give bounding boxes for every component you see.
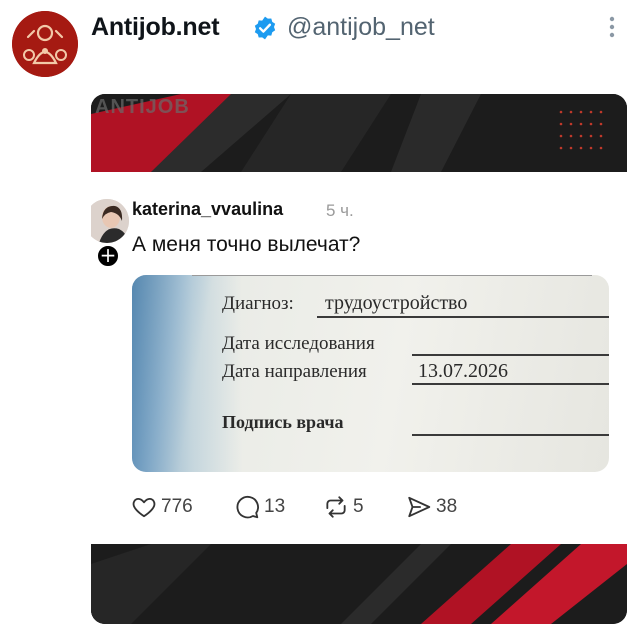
share-button[interactable]: 38 xyxy=(406,492,457,522)
bottom-banner-graphic xyxy=(91,544,627,624)
tweet-media-image[interactable]: ANTIJOB + katerina_vvaulina 5 ч. А меня … xyxy=(91,94,627,624)
send-paper-plane-icon xyxy=(408,496,431,518)
repost-count: 5 xyxy=(353,496,364,517)
follow-plus-button[interactable]: + xyxy=(96,244,120,268)
doctor-signature-label: Подпись врача xyxy=(222,412,344,432)
repost-button[interactable]: 5 xyxy=(323,492,364,522)
referral-date-label: Дата направления xyxy=(222,361,367,382)
post-caption: А меня точно вылечат? xyxy=(132,233,361,256)
more-options-icon[interactable] xyxy=(606,14,618,40)
referral-date-underline xyxy=(412,383,609,385)
referral-date-value: 13.07.2026 xyxy=(418,360,508,382)
referral-document-photo: Диагноз: трудоустройство Дата исследован… xyxy=(132,275,609,472)
profile-avatar[interactable] xyxy=(12,11,78,77)
diagnosis-value: трудоустройство xyxy=(325,292,468,314)
user-photo-icon xyxy=(91,199,129,243)
author-name[interactable]: Antijob.net xyxy=(91,13,220,42)
exam-date-label: Дата исследования xyxy=(222,333,375,354)
comment-button[interactable]: 13 xyxy=(234,492,285,522)
like-button[interactable]: 776 xyxy=(131,492,193,522)
post-action-bar: 776 13 5 38 xyxy=(131,492,601,522)
diagnosis-label: Диагноз: xyxy=(222,293,294,314)
post-username[interactable]: katerina_vvaulina xyxy=(132,199,283,220)
user-avatar[interactable] xyxy=(91,199,129,243)
verified-badge-icon xyxy=(254,16,276,40)
repost-arrows-icon xyxy=(326,496,346,518)
author-handle[interactable]: @antijob_net xyxy=(287,13,435,42)
share-count: 38 xyxy=(436,496,458,517)
comment-count: 13 xyxy=(264,496,286,517)
document-top-line xyxy=(192,275,592,276)
post-timestamp: 5 ч. xyxy=(326,201,354,220)
like-count: 776 xyxy=(161,496,193,517)
instagram-post-card: + katerina_vvaulina 5 ч. А меня точно вы… xyxy=(91,172,627,544)
signature-underline xyxy=(412,434,609,436)
antijob-logo-icon xyxy=(12,11,78,77)
watermark-text: ANTIJOB xyxy=(95,96,190,118)
heart-icon xyxy=(132,497,156,518)
exam-date-underline xyxy=(412,354,609,356)
diagnosis-underline xyxy=(317,316,609,318)
comment-bubble-icon xyxy=(236,495,259,519)
